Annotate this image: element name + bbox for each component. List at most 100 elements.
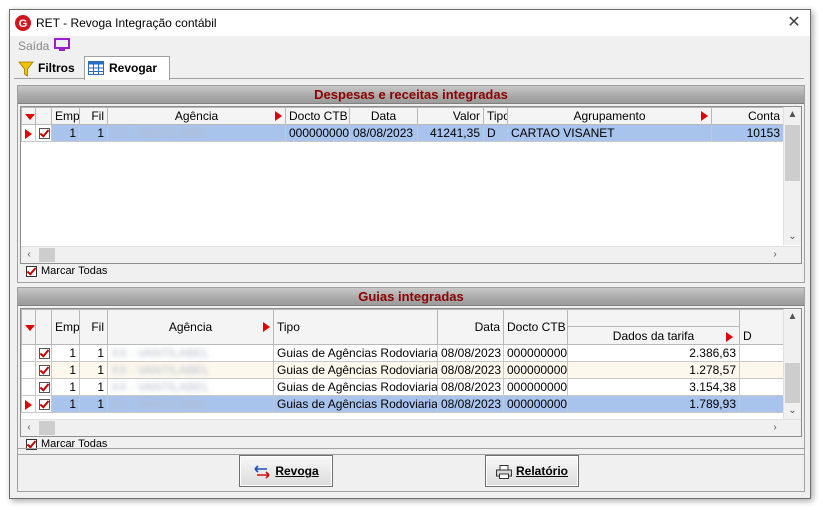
- despesas-marcar-todas[interactable]: Marcar Todas: [26, 265, 107, 277]
- cell-fil: 1: [79, 361, 108, 379]
- button-bar: Revoga Relatório: [17, 448, 805, 492]
- cell-valor: 3.154,38: [567, 378, 740, 396]
- tab-filtros-label: Filtros: [38, 61, 75, 75]
- cell-agrupamento: CARTAO VISANET: [507, 124, 712, 142]
- despesas-vscroll[interactable]: ▲ ⌄: [783, 107, 801, 245]
- cell-agencia: XX - VANTILABEL: [107, 361, 274, 379]
- monitor-icon[interactable]: [54, 38, 70, 52]
- column-tipo[interactable]: Tipo: [483, 107, 508, 125]
- scroll-left-icon[interactable]: ‹: [21, 247, 37, 263]
- cell-docto: 0000000004: [503, 344, 568, 362]
- guias-panel: Guias integradas Emp Fil Agência Tipo Da…: [17, 287, 805, 455]
- cell-tipo: Guias de Agências Rodoviaria I...: [273, 378, 438, 396]
- table-row[interactable]: 1 1 XX - VANTILABEL Guias de Agências Ro…: [21, 395, 784, 413]
- row-checkbox[interactable]: [35, 124, 52, 142]
- cell-agencia: XX - VANTILABEL: [107, 344, 274, 362]
- column-emp[interactable]: Emp: [51, 107, 80, 125]
- row-pointer: [21, 395, 36, 413]
- column-docto[interactable]: Docto CTB: [285, 107, 350, 125]
- column-conta[interactable]: Conta: [711, 107, 784, 125]
- column-fil[interactable]: Fil: [79, 107, 108, 125]
- column-emp[interactable]: Emp: [51, 309, 80, 345]
- cell-tipo: Guias de Agências Rodoviaria I...: [273, 395, 438, 413]
- table-row[interactable]: 1 1 XX - VANTILABEL Guias de Agências Ro…: [21, 344, 784, 362]
- cell-docto: 0000000009: [503, 395, 568, 413]
- cell-data: 08/08/2023: [437, 378, 504, 396]
- column-data[interactable]: Data: [349, 107, 418, 125]
- cell-fil: 1: [79, 344, 108, 362]
- despesas-hscroll[interactable]: ‹ ›: [21, 246, 801, 263]
- printer-icon: [495, 464, 512, 479]
- tab-strip: Filtros Revogar: [14, 56, 804, 80]
- table-row[interactable]: 1 1 XX - VANTILABEL Guias de Agências Ro…: [21, 378, 784, 396]
- cell-valor: 1.278,57: [567, 361, 740, 379]
- scroll-right-icon[interactable]: ›: [767, 420, 783, 436]
- cell-emp: 1: [51, 344, 80, 362]
- column-check: [35, 107, 52, 125]
- row-pointer: [21, 124, 36, 142]
- guias-hscroll[interactable]: ‹ ›: [21, 419, 801, 436]
- column-agencia[interactable]: Agência: [107, 309, 274, 345]
- menu-saida[interactable]: Saída: [18, 39, 49, 53]
- row-checkbox[interactable]: [35, 378, 52, 396]
- revoga-button[interactable]: Revoga: [239, 455, 333, 487]
- checkbox-icon: [39, 382, 50, 394]
- guias-header-row: Emp Fil Agência Tipo Data Docto CTB Dado…: [21, 309, 784, 345]
- column-fil[interactable]: Fil: [79, 309, 108, 345]
- guias-grid[interactable]: Emp Fil Agência Tipo Data Docto CTB Dado…: [20, 308, 802, 437]
- cell-data: 08/08/2023: [437, 395, 504, 413]
- cell-data: 08/08/2023: [437, 361, 504, 379]
- sort-down-icon: [25, 113, 35, 120]
- table-row[interactable]: 1 1 XX - VANTILABEL 0000000008 08/08/202…: [21, 124, 784, 142]
- checkbox-icon: [39, 348, 50, 360]
- column-agrupamento-label: Agrupamento: [573, 109, 646, 123]
- cell-fil: 1: [79, 124, 108, 142]
- row-checkbox[interactable]: [35, 344, 52, 362]
- scroll-down-icon[interactable]: ⌄: [784, 229, 801, 245]
- column-agrupamento[interactable]: Agrupamento: [507, 107, 712, 125]
- row-checkbox[interactable]: [35, 395, 52, 413]
- close-icon[interactable]: ✕: [784, 13, 804, 33]
- despesas-grid[interactable]: Emp Fil Agência Docto CTB Data Valor Tip…: [20, 106, 802, 264]
- guias-vscroll[interactable]: ▲ ⌄: [783, 309, 801, 419]
- scroll-right-icon[interactable]: ›: [767, 247, 783, 263]
- cell-d: [739, 344, 784, 362]
- column-dados-tarifa[interactable]: Dados da tarifa: [567, 309, 740, 345]
- column-tipo[interactable]: Tipo: [273, 309, 438, 345]
- cell-emp: 1: [51, 124, 80, 142]
- column-d[interactable]: D: [739, 309, 784, 345]
- scroll-up-icon[interactable]: ▲: [784, 309, 801, 325]
- scroll-up-icon[interactable]: ▲: [784, 107, 801, 123]
- cell-emp: 1: [51, 378, 80, 396]
- table-row[interactable]: 1 1 XX - VANTILABEL Guias de Agências Ro…: [21, 361, 784, 379]
- cell-tipo: D: [483, 124, 508, 142]
- column-data[interactable]: Data: [437, 309, 504, 345]
- column-agencia[interactable]: Agência: [107, 107, 286, 125]
- column-arrow-icon: [263, 322, 270, 332]
- cell-emp: 1: [51, 395, 80, 413]
- scroll-down-icon[interactable]: ⌄: [784, 403, 801, 419]
- table-icon: [88, 61, 104, 75]
- filter-icon: [18, 61, 34, 77]
- main-window: G RET - Revoga Integração contábil ✕ Saí…: [9, 9, 811, 499]
- scroll-thumb[interactable]: [39, 248, 55, 262]
- column-dados-tarifa-label: Dados da tarifa: [612, 329, 695, 343]
- column-d-label: D: [743, 329, 752, 343]
- column-valor[interactable]: Valor: [417, 107, 484, 125]
- column-marker: [21, 107, 36, 125]
- cell-docto: 0000000008: [285, 124, 350, 142]
- despesas-header-row: Emp Fil Agência Docto CTB Data Valor Tip…: [21, 107, 784, 125]
- relatorio-button[interactable]: Relatório: [485, 455, 579, 487]
- tab-filtros[interactable]: Filtros: [16, 58, 80, 78]
- revoga-label: Revoga: [275, 464, 319, 478]
- despesas-title: Despesas e receitas integradas: [18, 86, 804, 104]
- scroll-thumb[interactable]: [39, 421, 55, 435]
- scroll-thumb[interactable]: [785, 363, 800, 403]
- cell-data: 08/08/2023: [349, 124, 418, 142]
- row-checkbox[interactable]: [35, 361, 52, 379]
- column-docto[interactable]: Docto CTB: [503, 309, 568, 345]
- column-marker: [21, 309, 36, 345]
- tab-revogar[interactable]: Revogar: [84, 56, 170, 80]
- scroll-thumb[interactable]: [785, 125, 800, 181]
- scroll-left-icon[interactable]: ‹: [21, 420, 37, 436]
